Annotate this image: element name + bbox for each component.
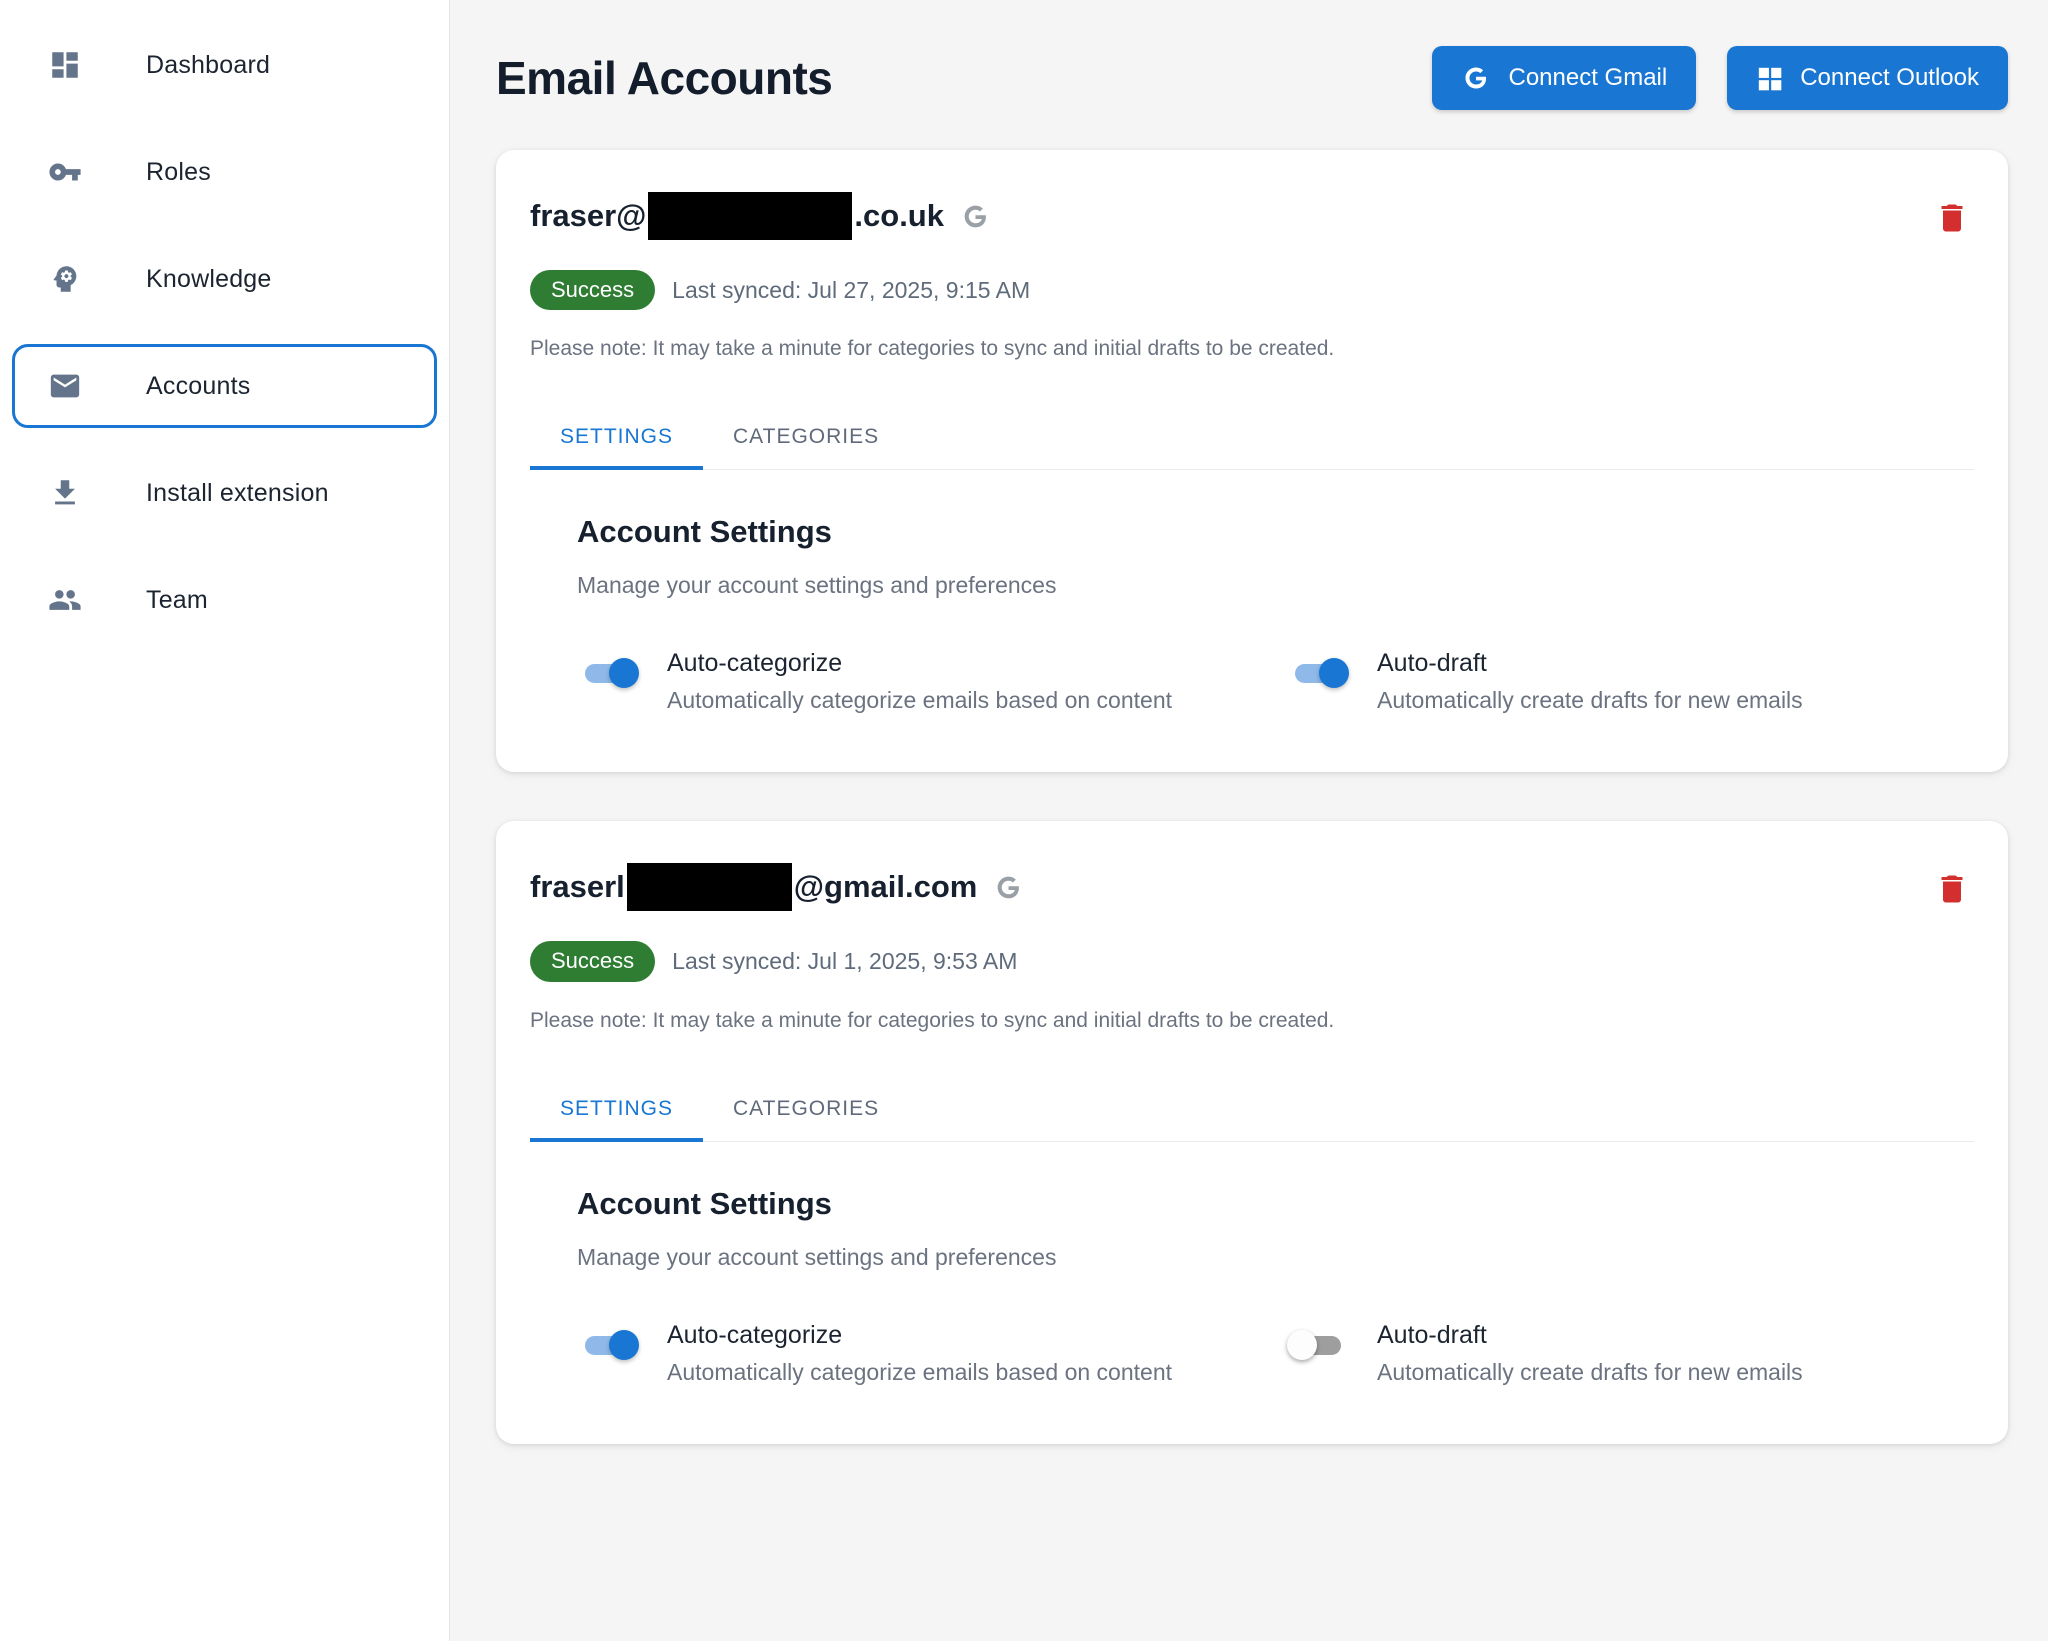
auto-categorize-setting: Auto-categorize Automatically categorize… [577, 649, 1287, 714]
connect-gmail-label: Connect Gmail [1508, 64, 1667, 92]
connect-outlook-button[interactable]: Connect Outlook [1727, 46, 2008, 110]
auto-draft-toggle[interactable] [1287, 1325, 1349, 1365]
sidebar-item-label: Team [146, 586, 208, 615]
account-settings-section: Account Settings Manage your account set… [530, 470, 1974, 714]
section-title: Account Settings [577, 1186, 1974, 1222]
microsoft-grid-icon [1756, 65, 1783, 92]
google-g-icon [1461, 63, 1491, 93]
toggle-label: Auto-categorize [667, 1321, 1172, 1350]
sidebar-item-team[interactable]: Team [0, 558, 449, 642]
header-buttons: Connect Gmail Connect Outlook [1432, 46, 2008, 110]
people-icon [48, 583, 82, 617]
sidebar-item-install-extension[interactable]: Install extension [0, 451, 449, 535]
last-synced-text: Last synced: Jul 1, 2025, 9:53 AM [672, 948, 1017, 975]
auto-categorize-setting: Auto-categorize Automatically categorize… [577, 1321, 1287, 1386]
sync-note: Please note: It may take a minute for ca… [530, 337, 1974, 361]
delete-account-button[interactable] [1930, 865, 1974, 913]
toggle-description: Automatically create drafts for new emai… [1377, 687, 1803, 714]
tab-bar: SETTINGS CATEGORIES [530, 405, 1974, 470]
status-row: Success Last synced: Jul 27, 2025, 9:15 … [530, 270, 1974, 310]
section-subtitle: Manage your account settings and prefere… [577, 572, 1974, 599]
tab-settings[interactable]: SETTINGS [530, 405, 703, 470]
sidebar-item-dashboard[interactable]: Dashboard [0, 23, 449, 107]
sidebar-item-knowledge[interactable]: Knowledge [0, 237, 449, 321]
psychology-icon [48, 262, 82, 296]
delete-account-button[interactable] [1930, 194, 1974, 242]
account-settings-section: Account Settings Manage your account set… [530, 1142, 1974, 1386]
toggle-description: Automatically categorize emails based on… [667, 1359, 1172, 1386]
auto-draft-setting: Auto-draft Automatically create drafts f… [1287, 1321, 1803, 1386]
connect-gmail-button[interactable]: Connect Gmail [1432, 46, 1696, 110]
account-card-header: fraserl@gmail.com [530, 863, 1974, 913]
account-card: fraser@.co.uk Success Last synced: Jul 2… [496, 150, 2008, 772]
toggle-description: Automatically create drafts for new emai… [1377, 1359, 1803, 1386]
status-row: Success Last synced: Jul 1, 2025, 9:53 A… [530, 941, 1974, 981]
tab-categories[interactable]: CATEGORIES [703, 405, 909, 470]
toggle-label: Auto-categorize [667, 649, 1172, 678]
redaction-box [648, 192, 852, 240]
status-badge: Success [530, 270, 655, 310]
sync-note: Please note: It may take a minute for ca… [530, 1009, 1974, 1033]
sidebar-item-label: Roles [146, 158, 211, 187]
sidebar-item-label: Accounts [146, 372, 250, 401]
account-email-text: fraser@.co.uk [530, 192, 944, 240]
tab-bar: SETTINGS CATEGORIES [530, 1077, 1974, 1142]
trash-icon [1934, 869, 1970, 909]
sidebar-item-roles[interactable]: Roles [0, 130, 449, 214]
connect-outlook-label: Connect Outlook [1800, 64, 1979, 92]
sidebar: Dashboard Roles Knowledge Accounts Insta… [0, 0, 450, 1641]
sidebar-item-label: Knowledge [146, 265, 272, 294]
sidebar-item-label: Dashboard [146, 51, 270, 80]
account-email: fraserl@gmail.com [530, 863, 1024, 911]
main-content: Email Accounts Connect Gmail Connect Out… [450, 0, 2048, 1641]
toggle-label: Auto-draft [1377, 1321, 1803, 1350]
redaction-box [627, 863, 792, 911]
page-title: Email Accounts [496, 51, 832, 105]
mail-icon [48, 369, 82, 403]
tab-settings[interactable]: SETTINGS [530, 1077, 703, 1142]
account-email-text: fraserl@gmail.com [530, 863, 977, 911]
toggle-label: Auto-draft [1377, 649, 1803, 678]
auto-draft-toggle[interactable] [1287, 653, 1349, 693]
account-card-header: fraser@.co.uk [530, 192, 1974, 242]
auto-categorize-toggle[interactable] [577, 653, 639, 693]
dashboard-icon [48, 48, 82, 82]
toggle-grid: Auto-categorize Automatically categorize… [577, 1321, 1974, 1386]
section-title: Account Settings [577, 514, 1974, 550]
section-subtitle: Manage your account settings and prefere… [577, 1244, 1974, 1271]
sidebar-item-accounts[interactable]: Accounts [12, 344, 437, 428]
toggle-grid: Auto-categorize Automatically categorize… [577, 649, 1974, 714]
account-card: fraserl@gmail.com Success Last synced: J… [496, 821, 2008, 1443]
sidebar-item-label: Install extension [146, 479, 329, 508]
trash-icon [1934, 198, 1970, 238]
toggle-description: Automatically categorize emails based on… [667, 687, 1172, 714]
auto-categorize-toggle[interactable] [577, 1325, 639, 1365]
tab-categories[interactable]: CATEGORIES [703, 1077, 909, 1142]
google-g-icon [993, 872, 1024, 903]
google-g-icon [960, 201, 991, 232]
auto-draft-setting: Auto-draft Automatically create drafts f… [1287, 649, 1803, 714]
page-header: Email Accounts Connect Gmail Connect Out… [496, 46, 2008, 110]
account-email: fraser@.co.uk [530, 192, 991, 240]
last-synced-text: Last synced: Jul 27, 2025, 9:15 AM [672, 277, 1030, 304]
download-icon [48, 476, 82, 510]
key-icon [48, 155, 82, 189]
status-badge: Success [530, 941, 655, 981]
